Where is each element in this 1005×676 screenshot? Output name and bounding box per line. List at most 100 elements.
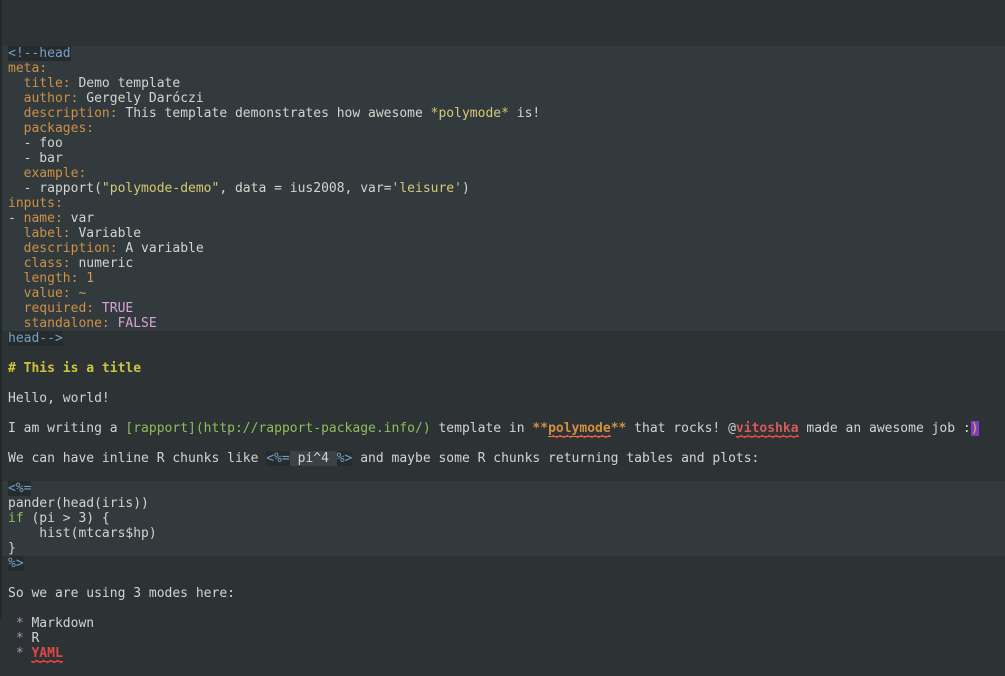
code-line[interactable]: <%= <box>0 481 1005 496</box>
mention-vitoshka: vitoshka <box>736 421 799 437</box>
code-text: is! <box>509 106 540 121</box>
code-line[interactable]: standalone: FALSE <box>0 316 1005 331</box>
code-line[interactable]: meta: <box>0 61 1005 76</box>
code-line[interactable] <box>0 601 1005 616</box>
code-text: - foo <box>8 136 63 151</box>
code-line[interactable]: # This is a title <box>0 361 1005 376</box>
code-line[interactable]: So we are using 3 modes here: <box>0 586 1005 601</box>
chunk-delimiter: <%= <box>8 481 31 496</box>
code-text: A variable <box>118 241 204 256</box>
code-text: So we are using 3 modes here: <box>8 586 235 601</box>
string-literal: 'leisure' <box>392 181 462 196</box>
code-line[interactable]: label: Variable <box>0 226 1005 241</box>
code-text: - <box>8 211 24 226</box>
code-text: R <box>24 631 40 646</box>
code-text: Hello, world! <box>8 391 110 406</box>
code-line[interactable]: } <box>0 541 1005 556</box>
code-text: template in <box>431 421 533 436</box>
code-text: Markdown <box>24 616 94 631</box>
code-text: - rapport( <box>8 181 102 196</box>
code-text: made an awesome job : <box>799 421 971 436</box>
code-line[interactable]: class: numeric <box>0 256 1005 271</box>
code-text: - bar <box>8 151 63 166</box>
code-text <box>8 631 16 646</box>
code-line[interactable]: description: A variable <box>0 241 1005 256</box>
code-line[interactable]: hist(mtcars$hp) <box>0 526 1005 541</box>
code-line[interactable]: value: ~ <box>0 286 1005 301</box>
code-line[interactable]: I am writing a [rapport](http://rapport-… <box>0 421 1005 436</box>
code-line[interactable]: * YAML <box>0 646 1005 661</box>
code-text: var <box>63 211 94 226</box>
code-text <box>8 616 16 631</box>
code-line[interactable]: example: <box>0 166 1005 181</box>
code-line[interactable] <box>0 376 1005 391</box>
chunk-delimiter: <!--head <box>8 46 71 61</box>
code-text <box>8 646 16 661</box>
yaml-key: inputs: <box>8 196 63 211</box>
code-line[interactable] <box>0 346 1005 361</box>
code-line[interactable]: head--> <box>0 331 1005 346</box>
yaml-key: required: <box>8 301 94 316</box>
code-line[interactable]: inputs: <box>0 196 1005 211</box>
yaml-key: standalone: <box>8 316 110 331</box>
code-text: Gergely Daróczi <box>78 91 203 106</box>
code-line[interactable]: if (pi > 3) { <box>0 511 1005 526</box>
code-line[interactable]: required: TRUE <box>0 301 1005 316</box>
code-line[interactable]: <!--head <box>0 46 1005 61</box>
yaml-key: packages: <box>8 121 94 136</box>
code-line[interactable]: packages: <box>0 121 1005 136</box>
code-line[interactable]: %> <box>0 556 1005 571</box>
yaml-key: class: <box>8 256 71 271</box>
list-bullet: * <box>16 616 24 631</box>
code-text: This template demonstrates how awesome <box>118 106 431 121</box>
yaml-key: name: <box>24 211 63 226</box>
code-line[interactable] <box>0 406 1005 421</box>
code-lines-container: <!--headmeta: title: Demo template autho… <box>0 46 1005 661</box>
code-text: (pi > 3) { <box>24 511 110 526</box>
code-text: ) <box>462 181 470 196</box>
editor-buffer[interactable]: <!--headmeta: title: Demo template autho… <box>0 0 1005 619</box>
code-text: hist(mtcars$hp) <box>8 526 157 541</box>
code-text: Demo template <box>71 76 181 91</box>
chunk-delimiter: head--> <box>8 331 63 346</box>
code-line[interactable]: Hello, world! <box>0 391 1005 406</box>
inline-r-code: pi^4 <box>290 451 337 466</box>
list-bullet: * <box>16 631 24 646</box>
code-line[interactable]: - bar <box>0 151 1005 166</box>
spellcheck-word-polymode: polymode <box>548 421 611 437</box>
code-text: pander(head(iris)) <box>8 496 149 511</box>
code-line[interactable]: title: Demo template <box>0 76 1005 91</box>
code-line[interactable]: * R <box>0 631 1005 646</box>
code-line[interactable] <box>0 571 1005 586</box>
chunk-delimiter: %> <box>337 451 353 466</box>
code-line[interactable]: * Markdown <box>0 616 1005 631</box>
string-literal: *polymode* <box>431 106 509 121</box>
code-text: and maybe some R chunks returning tables… <box>352 451 759 466</box>
code-line[interactable]: author: Gergely Daróczi <box>0 91 1005 106</box>
code-line[interactable]: - foo <box>0 136 1005 151</box>
code-line[interactable]: length: 1 <box>0 271 1005 286</box>
yaml-key: length: <box>8 271 78 286</box>
code-line[interactable] <box>0 436 1005 451</box>
markdown-bold-delimiter: ** <box>611 421 627 436</box>
yaml-key: label: <box>8 226 71 241</box>
text-cursor[interactable]: ) <box>971 421 979 436</box>
markdown-heading: # This is a title <box>8 361 141 376</box>
yaml-key: description: <box>8 241 118 256</box>
chunk-delimiter: <%= <box>266 451 289 466</box>
code-line[interactable]: We can have inline R chunks like <%= pi^… <box>0 451 1005 466</box>
code-line[interactable]: description: This template demonstrates … <box>0 106 1005 121</box>
numeric-value: 1 <box>78 271 94 286</box>
boolean-value: TRUE <box>94 301 133 316</box>
code-line[interactable]: - name: var <box>0 211 1005 226</box>
code-line[interactable]: pander(head(iris)) <box>0 496 1005 511</box>
markdown-bold-delimiter: ** <box>532 421 548 436</box>
yaml-key: value: <box>8 286 71 301</box>
string-literal: "polymode-demo" <box>102 181 219 196</box>
yaml-key: example: <box>8 166 86 181</box>
code-line[interactable] <box>0 466 1005 481</box>
code-text: numeric <box>71 256 134 271</box>
code-line[interactable]: - rapport("polymode-demo", data = ius200… <box>0 181 1005 196</box>
yaml-key: description: <box>8 106 118 121</box>
spellcheck-word-yaml: YAML <box>31 646 62 662</box>
